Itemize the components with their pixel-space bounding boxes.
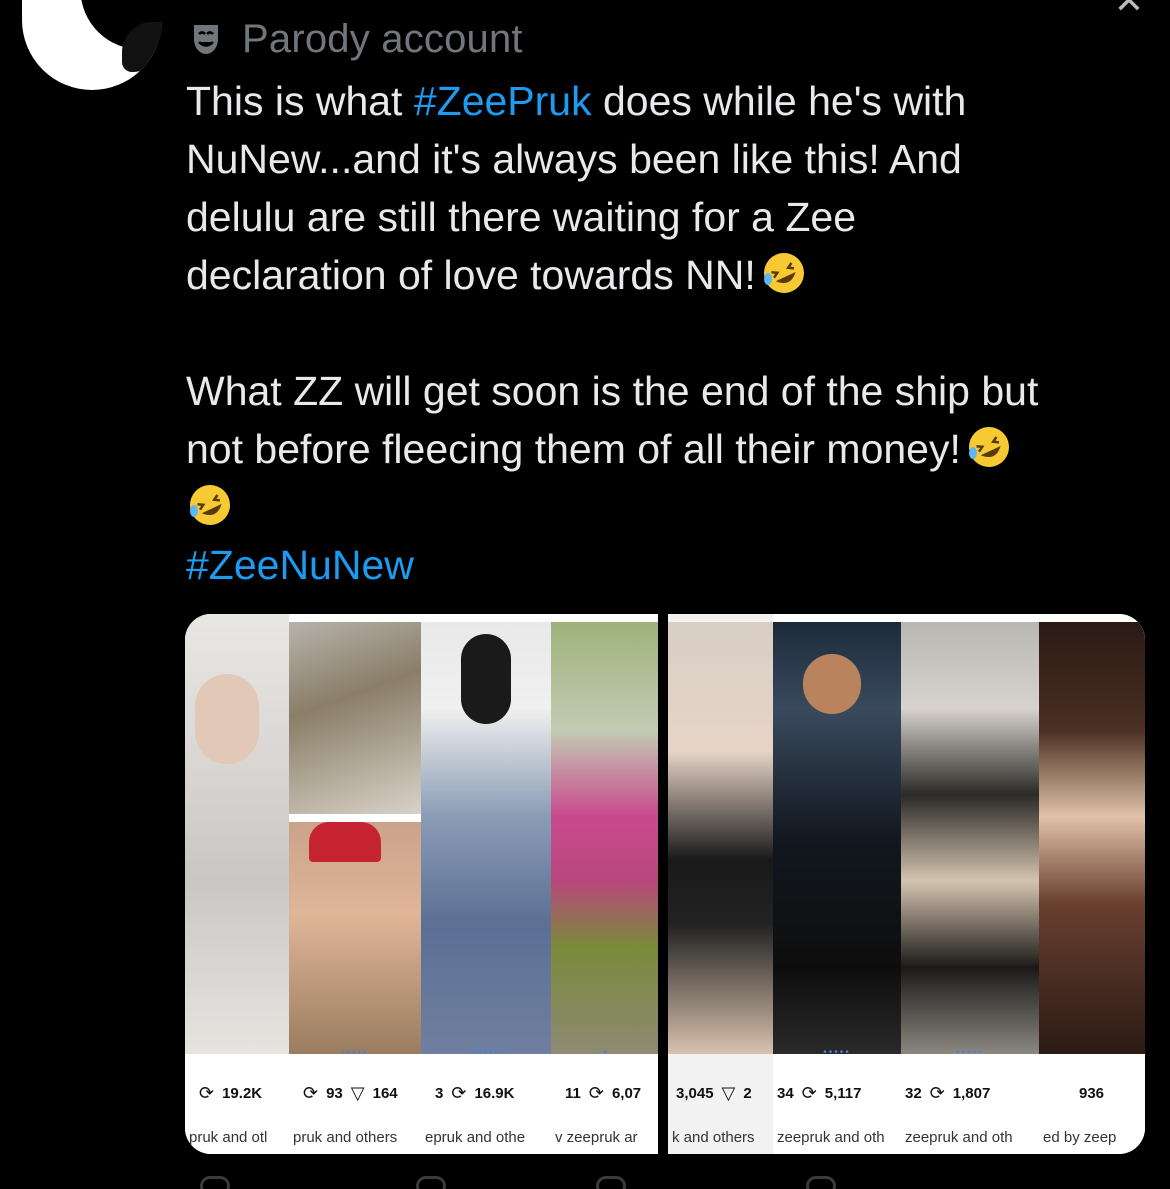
tweet-line-6: not before fleecing them of all their mo…: [186, 420, 1146, 478]
avatar[interactable]: [22, 0, 162, 90]
media-card-6: ••••• 34 ⟳ 5,117 zeepruk and oth: [773, 614, 901, 1154]
reply-icon[interactable]: [200, 1176, 230, 1189]
photo-detail: [803, 654, 861, 714]
media-card-1: ⟳ 19.2K pruk and otl: [185, 614, 289, 1154]
repost-icon: ⟳: [929, 1082, 945, 1103]
card-stats: 32 ⟳ 1,807: [901, 1076, 1039, 1110]
photo: [668, 622, 773, 1054]
card-byline: ed by zeep: [1043, 1129, 1117, 1146]
media-card-2: ••••• ⟳ 93 ▽ 164 pruk and others: [289, 614, 421, 1154]
repost-icon: ⟳: [588, 1082, 604, 1103]
rofl-emoji-icon: [186, 481, 234, 529]
card-byline: epruk and othe: [425, 1129, 526, 1146]
carousel-dots: •••••: [472, 1047, 500, 1058]
card-byline: pruk and otl: [189, 1129, 268, 1146]
tweet-line-2: NuNew...and it's always been like this! …: [186, 136, 962, 182]
card-byline: zeepruk and oth: [777, 1129, 885, 1146]
reply-count: 32: [905, 1084, 922, 1102]
photo-detail: [195, 674, 259, 764]
tweet-line-5: What ZZ will get soon is the end of the …: [186, 368, 1039, 414]
tweet-line-4: declaration of love towards NN!: [186, 246, 1146, 304]
media-card-7: ••••• 32 ⟳ 1,807 zeepruk and oth: [901, 614, 1039, 1154]
like-count: 164: [372, 1084, 398, 1102]
photo: [289, 622, 421, 814]
tweet-text-segment: This is what: [186, 78, 414, 124]
tweet-line-7: [186, 478, 1146, 536]
collage-divider: [658, 614, 668, 1154]
card-byline: k and others: [672, 1129, 755, 1146]
repost-count: 5,117: [824, 1084, 862, 1102]
tweet-line-3: delulu are still there waiting for a Zee: [186, 194, 857, 240]
card-byline: v zeepruk ar: [555, 1129, 638, 1146]
tweet-text-segment: does while he's with: [591, 78, 967, 124]
views-icon[interactable]: [806, 1176, 836, 1189]
photo: [1039, 622, 1145, 1054]
photo-detail: [309, 822, 381, 862]
like-count: 2: [743, 1084, 752, 1102]
tweet-actions: [186, 1172, 1086, 1189]
more-icon[interactable]: ✕: [1114, 0, 1144, 22]
repost-icon: ⟳: [451, 1082, 467, 1103]
tweet-text-segment: declaration of love towards NN!: [186, 252, 756, 298]
carousel-dots: •••••: [341, 1047, 369, 1058]
reply-count: 34: [777, 1084, 794, 1102]
card-stats: 3,045 ▽ 2: [668, 1076, 773, 1110]
card-stats: 3 ⟳ 16.9K: [421, 1076, 551, 1110]
repost-count: 1,807: [952, 1084, 991, 1102]
media-card-4: • 11 ⟳ 6,07 v zeepruk ar: [551, 614, 661, 1154]
repost-count: 6,07: [611, 1084, 642, 1102]
repost-icon: ⟳: [801, 1082, 817, 1103]
photo-detail: [461, 634, 511, 724]
like-icon[interactable]: [596, 1176, 626, 1189]
carousel-dots: •: [603, 1047, 609, 1058]
like-icon: ▽: [721, 1082, 736, 1103]
tweet-media-image[interactable]: ⟳ 19.2K pruk and otl ••••• ⟳ 93 ▽ 164 pruk a…: [185, 614, 1145, 1154]
reply-count: 11: [565, 1084, 581, 1102]
card-stats: ⟳ 19.2K: [185, 1076, 289, 1110]
repost-icon[interactable]: [416, 1176, 446, 1189]
repost-icon: ⟳: [199, 1082, 215, 1103]
rofl-emoji-icon: [965, 423, 1013, 471]
media-card-8: 936 ed by zeep: [1039, 614, 1145, 1154]
photo: [901, 622, 1039, 1054]
tweet-text-segment: not before fleecing them of all their mo…: [186, 426, 961, 472]
carousel-dots: •••••: [823, 1047, 851, 1058]
card-stats: ⟳ 93 ▽ 164: [289, 1076, 421, 1110]
parody-label-text: Parody account: [242, 16, 523, 61]
card-stats: 34 ⟳ 5,117: [773, 1076, 901, 1110]
tweet-text: This is what #ZeePruk does while he's wi…: [186, 72, 1146, 594]
card-byline: zeepruk and oth: [905, 1129, 1013, 1146]
repost-count: 93: [326, 1084, 343, 1102]
card-stats: 11 ⟳ 6,07: [551, 1076, 661, 1110]
theater-mask-icon: [186, 19, 226, 59]
repost-count: 16.9K: [474, 1084, 515, 1102]
rofl-emoji-icon: [760, 249, 808, 297]
photo: [551, 622, 661, 1054]
carousel-dots: •••••: [956, 1047, 984, 1058]
repost-count: 936: [1079, 1084, 1105, 1102]
hashtag-zeepruk[interactable]: #ZeePruk: [414, 78, 592, 124]
repost-count: 3,045: [676, 1084, 714, 1102]
like-icon: ▽: [350, 1082, 365, 1103]
repost-count: 19.2K: [222, 1084, 263, 1102]
hashtag-zeenunew[interactable]: #ZeeNuNew: [186, 536, 1146, 594]
card-stats: 936: [1039, 1076, 1145, 1110]
card-byline: pruk and others: [293, 1129, 398, 1146]
reply-count: 3: [435, 1084, 444, 1102]
media-card-3: ••••• 3 ⟳ 16.9K epruk and othe: [421, 614, 551, 1154]
parody-account-label: Parody account: [186, 16, 523, 61]
tweet-line-1: This is what #ZeePruk does while he's wi…: [186, 72, 1146, 130]
repost-icon: ⟳: [303, 1082, 319, 1103]
media-card-5: 3,045 ▽ 2 k and others: [668, 614, 773, 1154]
